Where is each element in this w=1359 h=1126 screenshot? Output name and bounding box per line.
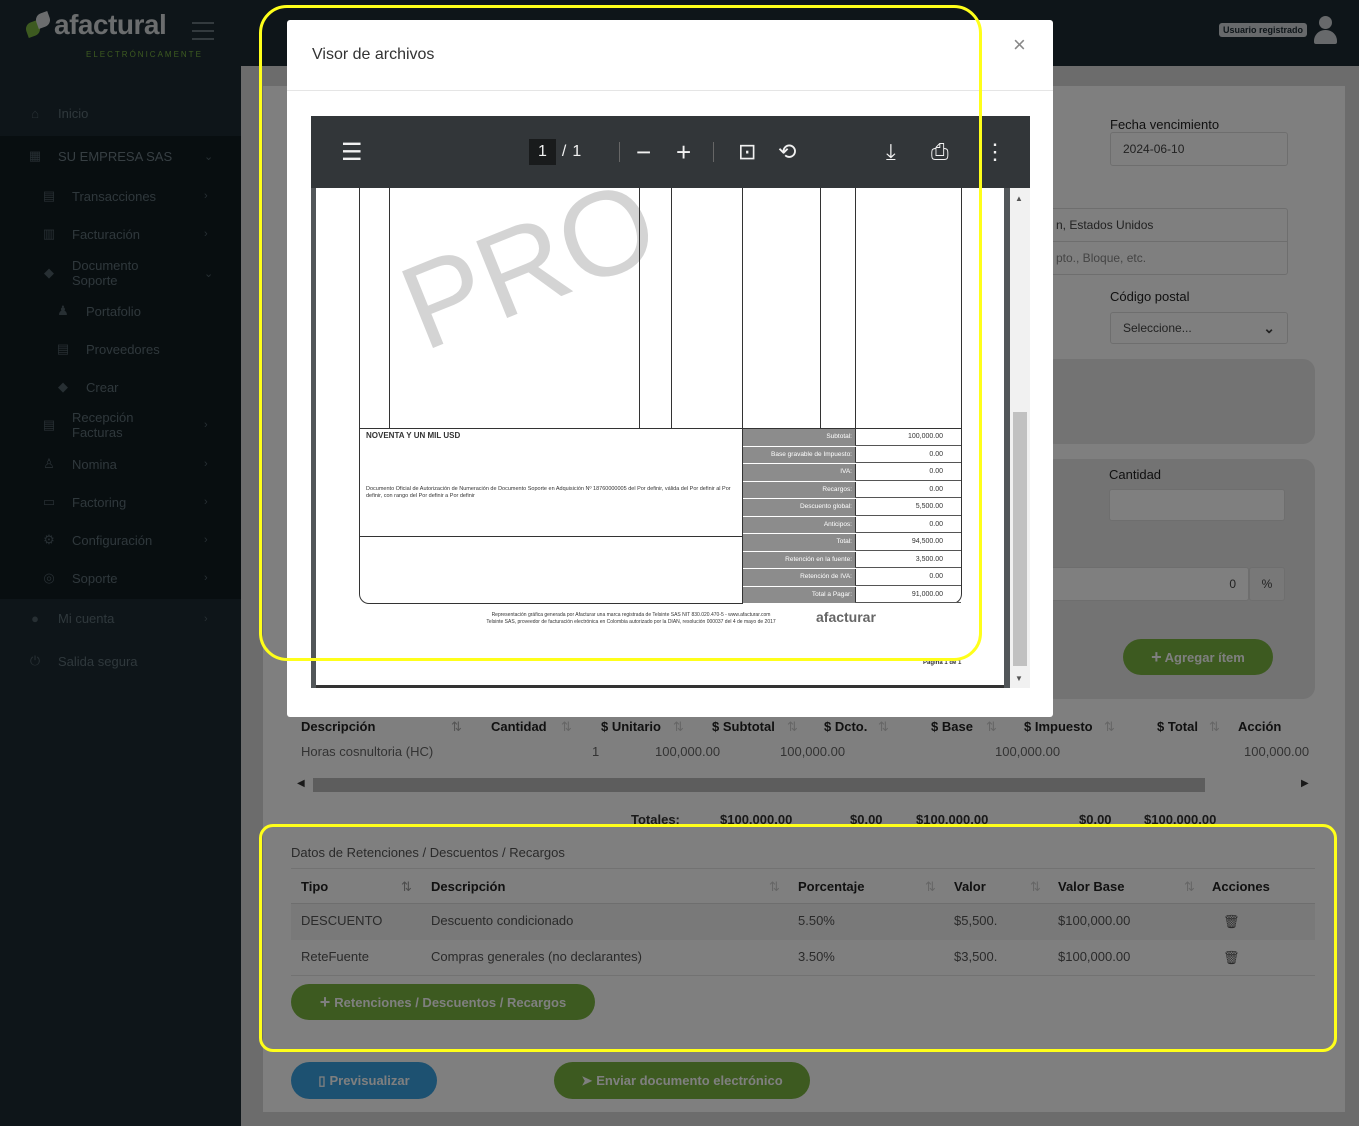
scroll-down-icon[interactable]: ▼: [1015, 674, 1023, 683]
scroll-thumb[interactable]: [1013, 412, 1027, 666]
highlight-frame-pdf: [259, 5, 982, 661]
highlight-frame-retenciones: [259, 824, 1337, 1052]
more-options-icon[interactable]: ⋮: [984, 116, 1006, 188]
scroll-up-icon[interactable]: ▲: [1015, 194, 1023, 203]
close-icon[interactable]: ×: [1013, 32, 1026, 58]
pdf-scrollbar[interactable]: ▲ ▼: [1010, 188, 1030, 688]
